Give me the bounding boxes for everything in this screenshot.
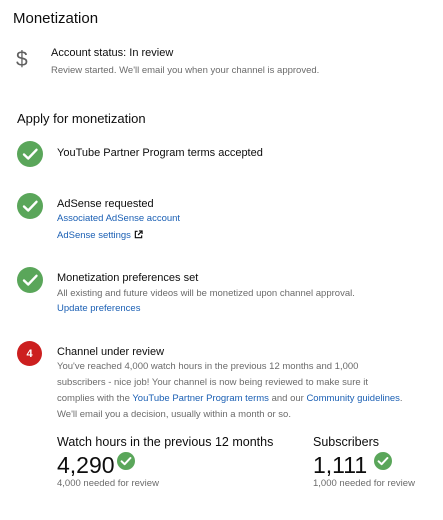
watch-hours-label: Watch hours in the previous 12 months (57, 435, 274, 449)
review-desc-line: We'll email you a decision, usually with… (57, 409, 291, 420)
watch-hours-value: 4,290 (57, 452, 115, 478)
subscribers-value: 1,111 (313, 452, 368, 478)
adsense-settings-link[interactable]: AdSense settings (57, 230, 143, 242)
page-title: Monetization (13, 10, 99, 27)
partner-program-terms-link[interactable]: YouTube Partner Program terms (132, 393, 269, 404)
subscribers-requirement: 1,000 needed for review (313, 478, 415, 489)
associated-adsense-link[interactable]: Associated AdSense account (57, 213, 180, 224)
external-link-icon (134, 230, 143, 242)
adsense-settings-label: AdSense settings (57, 230, 131, 241)
step-terms-title: YouTube Partner Program terms accepted (57, 147, 263, 159)
review-desc-line: You've reached 4,000 watch hours in the … (57, 361, 359, 372)
checkmark-icon (17, 141, 43, 167)
step-preferences-subtitle: All existing and future videos will be m… (57, 288, 355, 299)
review-desc-line: subscribers - nice job! Your channel is … (57, 377, 369, 388)
checkmark-icon (374, 452, 392, 470)
account-status-detail: Review started. We'll email you when you… (51, 65, 320, 76)
checkmark-icon (17, 267, 43, 293)
review-desc-text: and our (268, 393, 307, 404)
subscribers-label: Subscribers (313, 435, 379, 449)
checkmark-icon (117, 452, 135, 470)
step-number-badge: 4 (17, 341, 42, 366)
step-review-description: You've reached 4,000 watch hours in the … (57, 359, 437, 423)
step-preferences-title: Monetization preferences set (57, 272, 199, 284)
review-desc-line: complies with the YouTube Partner Progra… (57, 391, 437, 407)
step-adsense-title: AdSense requested (57, 198, 154, 210)
account-status: Account status: In review (51, 47, 174, 59)
community-guidelines-link[interactable]: Community guidelines (306, 393, 399, 404)
apply-section-title: Apply for monetization (17, 111, 146, 126)
review-desc-text: complies with the (57, 393, 133, 404)
watch-hours-requirement: 4,000 needed for review (57, 478, 159, 489)
step-review-title: Channel under review (57, 346, 165, 358)
update-preferences-link[interactable]: Update preferences (57, 303, 140, 314)
review-desc-text: . (399, 393, 403, 404)
dollar-icon: $ (16, 48, 28, 71)
checkmark-icon (17, 193, 43, 219)
